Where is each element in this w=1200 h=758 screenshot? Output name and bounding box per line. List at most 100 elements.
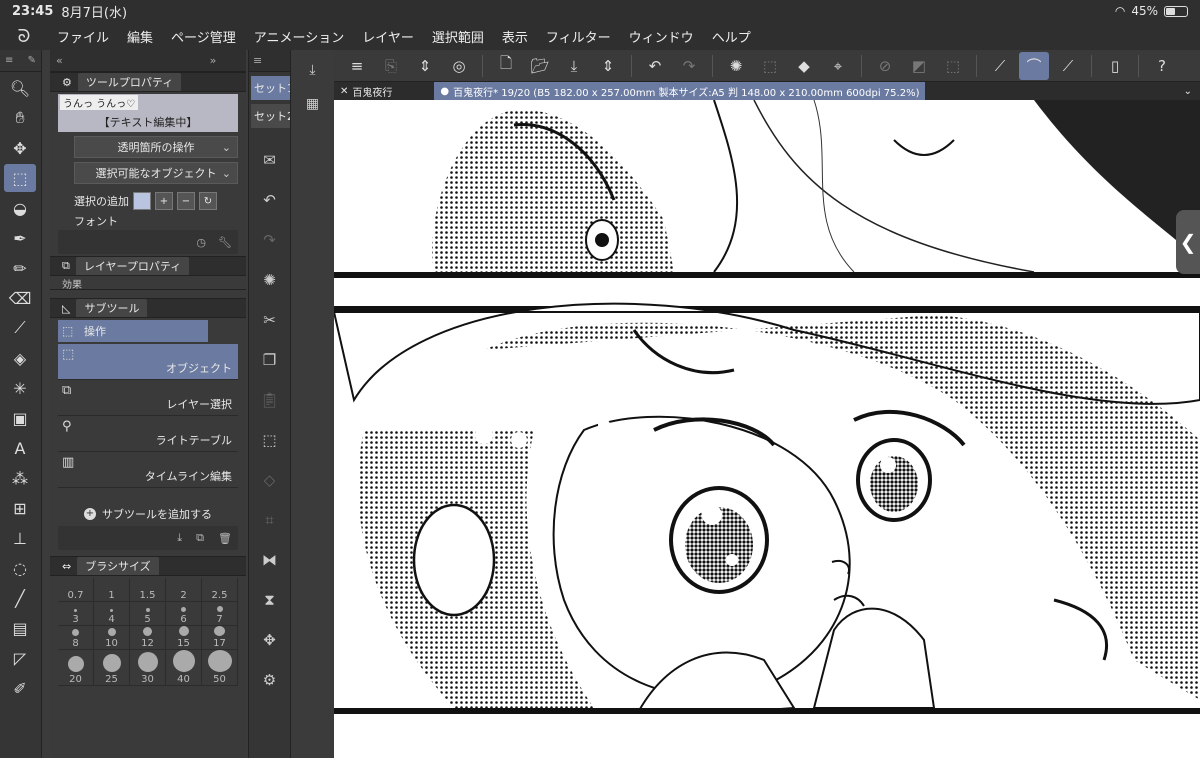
app-logo-icon[interactable]: ᘐ: [0, 26, 48, 47]
crop-icon[interactable]: ⬚: [938, 52, 968, 80]
brush-size-cell[interactable]: 5: [130, 602, 166, 626]
canvas[interactable]: ❮: [334, 100, 1200, 758]
brush-size-cell[interactable]: 30: [130, 650, 166, 686]
menu-icon[interactable]: ≡: [342, 52, 372, 80]
selectable-object-dropdown[interactable]: 選択可能なオブジェクト ⌄: [74, 162, 238, 184]
paste-icon[interactable]: 📋︎: [249, 380, 290, 420]
brush-size-cell[interactable]: 8: [58, 626, 94, 650]
rotate-icon[interactable]: ✥: [249, 620, 290, 660]
close-icon[interactable]: ✕: [340, 86, 348, 97]
stepper-icon[interactable]: ⇕: [410, 52, 440, 80]
pen-tool-icon[interactable]: ✒: [4, 224, 36, 252]
loading-icon[interactable]: ✺: [249, 260, 290, 300]
open-folder-icon[interactable]: 📂︎: [525, 52, 555, 80]
selection-new-icon[interactable]: [133, 192, 151, 210]
operation-tool-icon[interactable]: ⬚: [4, 164, 36, 192]
edit-icon[interactable]: ⎘: [376, 52, 406, 80]
brush-size-tab[interactable]: ブラシサイズ: [77, 557, 159, 575]
brush-size-cell[interactable]: 20: [58, 650, 94, 686]
brush-size-cell[interactable]: 0.7: [58, 578, 94, 602]
brush-size-cell[interactable]: 50: [202, 650, 238, 686]
brush-size-cell[interactable]: 2.5: [202, 578, 238, 602]
grid-icon[interactable]: ▦: [297, 90, 329, 118]
wrench-icon[interactable]: 🔧︎: [218, 236, 232, 249]
brush-size-cell[interactable]: 40: [166, 650, 202, 686]
line-tool-icon[interactable]: ╱: [4, 584, 36, 612]
selection-add-icon[interactable]: +: [155, 192, 173, 210]
tool-property-tab[interactable]: ツールプロパティ: [77, 73, 182, 91]
add-subtool-button[interactable]: + サブツールを追加する: [50, 502, 246, 526]
gradient-tool-icon[interactable]: ▣: [4, 404, 36, 432]
duplicate-icon[interactable]: ⧉: [196, 531, 204, 545]
ruler-icon[interactable]: ⟋: [985, 52, 1015, 80]
tab-document-2[interactable]: ● 百鬼夜行* 19/20 (B5 182.00 x 257.00mm 製本サイ…: [434, 82, 926, 100]
tab-document-1[interactable]: ✕ 百鬼夜行: [334, 82, 398, 100]
subtool-item-light-table[interactable]: ⚲ ライトテーブル: [58, 416, 238, 452]
menu-help[interactable]: ヘルプ: [703, 27, 760, 46]
select-icon[interactable]: ⬚: [755, 52, 785, 80]
line-icon[interactable]: ⟋: [1053, 52, 1083, 80]
lasso-tool-icon[interactable]: ◌: [4, 554, 36, 582]
menu-animation[interactable]: アニメーション: [245, 27, 353, 46]
layer-property-title[interactable]: ⧉ レイヤープロパティ: [50, 256, 246, 276]
selection-subtract-icon[interactable]: −: [177, 192, 195, 210]
brush-size-cell[interactable]: 2: [166, 578, 202, 602]
phone-icon[interactable]: ▯: [1100, 52, 1130, 80]
brush-icon[interactable]: ⌒: [1019, 51, 1049, 80]
zoom-tool-icon[interactable]: 🔍︎: [4, 74, 36, 102]
tool-property-title[interactable]: ⚙ ツールプロパティ: [50, 72, 246, 92]
hand-tool-icon[interactable]: ✋︎: [4, 104, 36, 132]
new-file-icon[interactable]: 🗋︎: [491, 52, 521, 80]
frame-tool-icon[interactable]: ⊞: [4, 494, 36, 522]
redo-icon[interactable]: ↷: [249, 220, 290, 260]
color-tool-icon[interactable]: ✐: [4, 674, 36, 702]
menu-file[interactable]: ファイル: [48, 27, 118, 46]
text-tool-icon[interactable]: A: [4, 434, 36, 462]
set-2-button[interactable]: セット2: [251, 104, 290, 128]
menu-filter[interactable]: フィルター: [537, 27, 620, 46]
deselect-icon[interactable]: ⊘: [870, 52, 900, 80]
menu-icon[interactable]: ≡: [5, 55, 13, 66]
trash-icon[interactable]: 🗑︎: [218, 532, 232, 545]
brush-size-cell[interactable]: 6: [166, 602, 202, 626]
chevron-down-icon[interactable]: ⌄: [1184, 86, 1192, 97]
free-transform-icon[interactable]: ◇: [249, 460, 290, 500]
selection-replace-icon[interactable]: ↻: [199, 192, 217, 210]
subtool-title[interactable]: ◺ サブツール: [50, 298, 246, 318]
brush-size-cell[interactable]: 15: [166, 626, 202, 650]
move-tool-icon[interactable]: ✥: [4, 134, 36, 162]
brush-size-title[interactable]: ⇔ ブラシサイズ: [50, 556, 246, 576]
subtool-item-layer-select[interactable]: ⧉ レイヤー選択: [58, 380, 238, 416]
mesh-icon[interactable]: ⌗: [249, 500, 290, 540]
pencil-tool-icon[interactable]: ✏: [4, 254, 36, 282]
sparkle-tool-icon[interactable]: ✳: [4, 374, 36, 402]
transform-icon[interactable]: ⌖: [823, 52, 853, 80]
transform-icon[interactable]: ⬚: [249, 420, 290, 460]
brush-size-cell[interactable]: 1: [94, 578, 130, 602]
import-icon[interactable]: ⤓: [177, 531, 182, 545]
cut-icon[interactable]: ✂: [249, 300, 290, 340]
brush-size-cell[interactable]: 25: [94, 650, 130, 686]
brush-size-cell[interactable]: 17: [202, 626, 238, 650]
invert-icon[interactable]: ◩: [904, 52, 934, 80]
menu-window[interactable]: ウィンドウ: [620, 27, 703, 46]
ruler-tool-icon[interactable]: ◸: [4, 644, 36, 672]
save-icon[interactable]: ⤓: [559, 52, 589, 80]
brush-size-cell[interactable]: 7: [202, 602, 238, 626]
redo-icon[interactable]: ↷: [674, 52, 704, 80]
fill-tool-icon[interactable]: ◒: [4, 194, 36, 222]
set-1-button[interactable]: セット1: [251, 76, 290, 100]
balloon-tool-icon[interactable]: ⁂: [4, 464, 36, 492]
brush-size-cell[interactable]: 3: [58, 602, 94, 626]
brush-size-cell[interactable]: 4: [94, 602, 130, 626]
brush-size-cell[interactable]: 12: [130, 626, 166, 650]
new-icon[interactable]: ✉: [249, 140, 290, 180]
layout-tool-icon[interactable]: ▤: [4, 614, 36, 642]
transparent-op-dropdown[interactable]: 透明箇所の操作 ⌄: [74, 136, 238, 158]
copy-icon[interactable]: ❐: [249, 340, 290, 380]
side-panel-toggle[interactable]: ❮: [1176, 210, 1200, 274]
undo-icon[interactable]: ↶: [249, 180, 290, 220]
loading-icon[interactable]: ✺: [721, 52, 751, 80]
reset-icon[interactable]: ◷: [196, 236, 206, 249]
subtool-item-timeline[interactable]: ▥ タイムライン編集: [58, 452, 238, 488]
